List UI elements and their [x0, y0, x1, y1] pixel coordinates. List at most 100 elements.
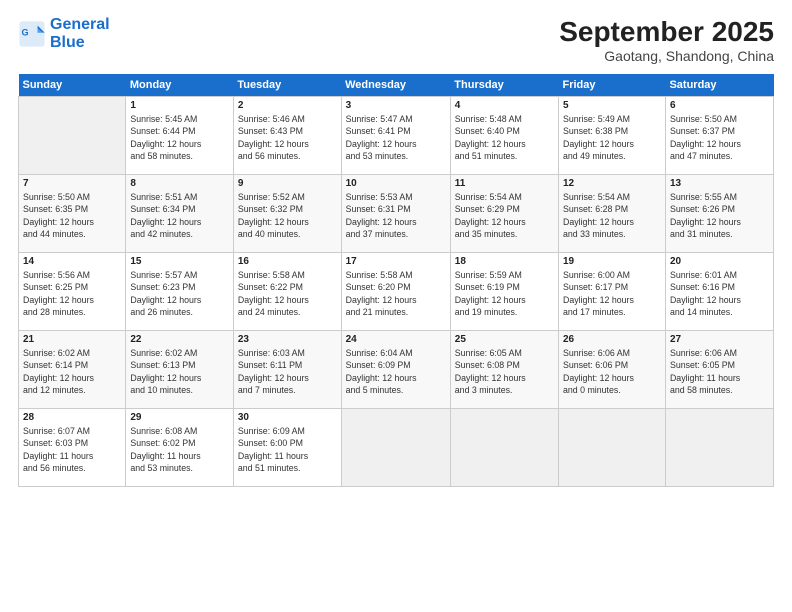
day-info: Sunrise: 5:55 AM Sunset: 6:26 PM Dayligh…: [670, 191, 769, 240]
logo-general: General: [50, 16, 110, 33]
day-number: 9: [238, 178, 337, 189]
calendar-cell-w1-d6: 5Sunrise: 5:49 AM Sunset: 6:38 PM Daylig…: [558, 97, 665, 175]
header-wednesday: Wednesday: [341, 74, 450, 97]
day-info: Sunrise: 5:48 AM Sunset: 6:40 PM Dayligh…: [455, 113, 554, 162]
calendar-cell-w4-d3: 23Sunrise: 6:03 AM Sunset: 6:11 PM Dayli…: [233, 331, 341, 409]
day-info: Sunrise: 6:06 AM Sunset: 6:05 PM Dayligh…: [670, 347, 769, 396]
calendar-cell-w5-d2: 29 Sunrise: 6:08 AM Sunset: 6:02 PM Dayli…: [126, 409, 234, 487]
calendar-cell-w2-d4: 10 Sunrise: 5:53 AM Sunset: 6:31 PM Dayli…: [341, 175, 450, 253]
title-block: September 2025 Gaotang, Shandong, China: [559, 16, 774, 64]
calendar-cell-w4-d5: 25 Sunrise: 6:05 AM Sunset: 6:08 PM Dayli…: [450, 331, 558, 409]
day-info: Sunrise: 5:58 AM Sunset: 6:22 PM Dayligh…: [238, 269, 337, 318]
day-number: 17: [346, 256, 446, 267]
svg-text:G: G: [22, 27, 29, 37]
day-info: Sunrise: 5:58 AM Sunset: 6:20 PM Dayligh…: [346, 269, 446, 318]
calendar-cell-w1-d2: 1Sunrise: 5:45 AM Sunset: 6:44 PM Daylig…: [126, 97, 234, 175]
calendar-header-row: Sunday Monday Tuesday Wednesday Thursday…: [19, 74, 774, 97]
week-row-4: 21 Sunrise: 6:02 AM Sunset: 6:14 PM Dayli…: [19, 331, 774, 409]
day-number: 11: [455, 178, 554, 189]
calendar-cell-w2-d7: 13 Sunrise: 5:55 AM Sunset: 6:26 PM Dayli…: [665, 175, 773, 253]
logo-icon: G: [18, 20, 46, 48]
calendar-cell-w5-d3: 30 Sunrise: 6:09 AM Sunset: 6:00 PM Dayli…: [233, 409, 341, 487]
week-row-2: 7 Sunrise: 5:50 AM Sunset: 6:35 PM Daylig…: [19, 175, 774, 253]
day-number: 3: [346, 100, 446, 111]
calendar-cell-w3-d1: 14 Sunrise: 5:56 AM Sunset: 6:25 PM Dayli…: [19, 253, 126, 331]
day-number: 13: [670, 178, 769, 189]
week-row-1: 1Sunrise: 5:45 AM Sunset: 6:44 PM Daylig…: [19, 97, 774, 175]
day-info: Sunrise: 6:09 AM Sunset: 6:00 PM Dayligh…: [238, 425, 337, 474]
calendar-cell-w3-d3: 16 Sunrise: 5:58 AM Sunset: 6:22 PM Dayli…: [233, 253, 341, 331]
day-info: Sunrise: 6:03 AM Sunset: 6:11 PM Dayligh…: [238, 347, 337, 396]
day-number: 5: [563, 100, 661, 111]
day-number: 26: [563, 334, 661, 345]
day-info: Sunrise: 6:05 AM Sunset: 6:08 PM Dayligh…: [455, 347, 554, 396]
day-number: 1: [130, 100, 229, 111]
calendar-cell-w1-d5: 4 Sunrise: 5:48 AM Sunset: 6:40 PM Daylig…: [450, 97, 558, 175]
day-info: Sunrise: 5:50 AM Sunset: 6:35 PM Dayligh…: [23, 191, 121, 240]
day-number: 2: [238, 100, 337, 111]
calendar-cell-w3-d4: 17 Sunrise: 5:58 AM Sunset: 6:20 PM Dayli…: [341, 253, 450, 331]
day-info: Sunrise: 5:54 AM Sunset: 6:29 PM Dayligh…: [455, 191, 554, 240]
calendar-cell-w1-d7: 6 Sunrise: 5:50 AM Sunset: 6:37 PM Daylig…: [665, 97, 773, 175]
calendar-cell-w3-d7: 20 Sunrise: 6:01 AM Sunset: 6:16 PM Dayli…: [665, 253, 773, 331]
day-number: 21: [23, 334, 121, 345]
day-number: 29: [130, 412, 229, 423]
day-number: 22: [130, 334, 229, 345]
header-sunday: Sunday: [19, 74, 126, 97]
calendar-cell-w2-d5: 11 Sunrise: 5:54 AM Sunset: 6:29 PM Dayli…: [450, 175, 558, 253]
day-number: 4: [455, 100, 554, 111]
day-number: 19: [563, 256, 661, 267]
day-number: 16: [238, 256, 337, 267]
calendar-cell-w5-d5: [450, 409, 558, 487]
calendar-table: Sunday Monday Tuesday Wednesday Thursday…: [18, 74, 774, 487]
header-friday: Friday: [558, 74, 665, 97]
location-subtitle: Gaotang, Shandong, China: [559, 48, 774, 64]
calendar-cell-w4-d7: 27 Sunrise: 6:06 AM Sunset: 6:05 PM Dayli…: [665, 331, 773, 409]
calendar-cell-w2-d2: 8Sunrise: 5:51 AM Sunset: 6:34 PM Daylig…: [126, 175, 234, 253]
day-info: Sunrise: 6:07 AM Sunset: 6:03 PM Dayligh…: [23, 425, 121, 474]
calendar-cell-w1-d4: 3Sunrise: 5:47 AM Sunset: 6:41 PM Daylig…: [341, 97, 450, 175]
header-monday: Monday: [126, 74, 234, 97]
calendar-cell-w2-d3: 9 Sunrise: 5:52 AM Sunset: 6:32 PM Daylig…: [233, 175, 341, 253]
calendar-cell-w4-d4: 24Sunrise: 6:04 AM Sunset: 6:09 PM Dayli…: [341, 331, 450, 409]
day-info: Sunrise: 6:04 AM Sunset: 6:09 PM Dayligh…: [346, 347, 446, 396]
day-number: 10: [346, 178, 446, 189]
calendar-cell-w5-d6: [558, 409, 665, 487]
calendar-cell-w1-d1: [19, 97, 126, 175]
day-info: Sunrise: 5:46 AM Sunset: 6:43 PM Dayligh…: [238, 113, 337, 162]
day-info: Sunrise: 5:53 AM Sunset: 6:31 PM Dayligh…: [346, 191, 446, 240]
day-number: 12: [563, 178, 661, 189]
week-row-3: 14 Sunrise: 5:56 AM Sunset: 6:25 PM Dayli…: [19, 253, 774, 331]
calendar-cell-w5-d4: [341, 409, 450, 487]
day-number: 6: [670, 100, 769, 111]
day-number: 8: [130, 178, 229, 189]
day-number: 30: [238, 412, 337, 423]
day-number: 14: [23, 256, 121, 267]
day-number: 27: [670, 334, 769, 345]
day-info: Sunrise: 6:02 AM Sunset: 6:13 PM Dayligh…: [130, 347, 229, 396]
calendar-cell-w5-d7: [665, 409, 773, 487]
logo: G General Blue: [18, 16, 110, 51]
day-info: Sunrise: 5:52 AM Sunset: 6:32 PM Dayligh…: [238, 191, 337, 240]
day-number: 15: [130, 256, 229, 267]
day-info: Sunrise: 5:50 AM Sunset: 6:37 PM Dayligh…: [670, 113, 769, 162]
month-title: September 2025: [559, 16, 774, 48]
day-info: Sunrise: 6:02 AM Sunset: 6:14 PM Dayligh…: [23, 347, 121, 396]
calendar-cell-w4-d1: 21 Sunrise: 6:02 AM Sunset: 6:14 PM Dayli…: [19, 331, 126, 409]
day-number: 25: [455, 334, 554, 345]
calendar-cell-w4-d6: 26Sunrise: 6:06 AM Sunset: 6:06 PM Dayli…: [558, 331, 665, 409]
day-number: 18: [455, 256, 554, 267]
calendar-cell-w2-d6: 12 Sunrise: 5:54 AM Sunset: 6:28 PM Dayli…: [558, 175, 665, 253]
calendar-cell-w4-d2: 22 Sunrise: 6:02 AM Sunset: 6:13 PM Dayli…: [126, 331, 234, 409]
day-number: 28: [23, 412, 121, 423]
calendar-cell-w5-d1: 28 Sunrise: 6:07 AM Sunset: 6:03 PM Dayli…: [19, 409, 126, 487]
day-info: Sunrise: 6:01 AM Sunset: 6:16 PM Dayligh…: [670, 269, 769, 318]
calendar-cell-w2-d1: 7 Sunrise: 5:50 AM Sunset: 6:35 PM Daylig…: [19, 175, 126, 253]
day-info: Sunrise: 6:08 AM Sunset: 6:02 PM Dayligh…: [130, 425, 229, 474]
day-info: Sunrise: 5:54 AM Sunset: 6:28 PM Dayligh…: [563, 191, 661, 240]
day-info: Sunrise: 5:59 AM Sunset: 6:19 PM Dayligh…: [455, 269, 554, 318]
day-info: Sunrise: 5:56 AM Sunset: 6:25 PM Dayligh…: [23, 269, 121, 318]
day-number: 7: [23, 178, 121, 189]
calendar-cell-w3-d6: 19Sunrise: 6:00 AM Sunset: 6:17 PM Dayli…: [558, 253, 665, 331]
day-number: 20: [670, 256, 769, 267]
